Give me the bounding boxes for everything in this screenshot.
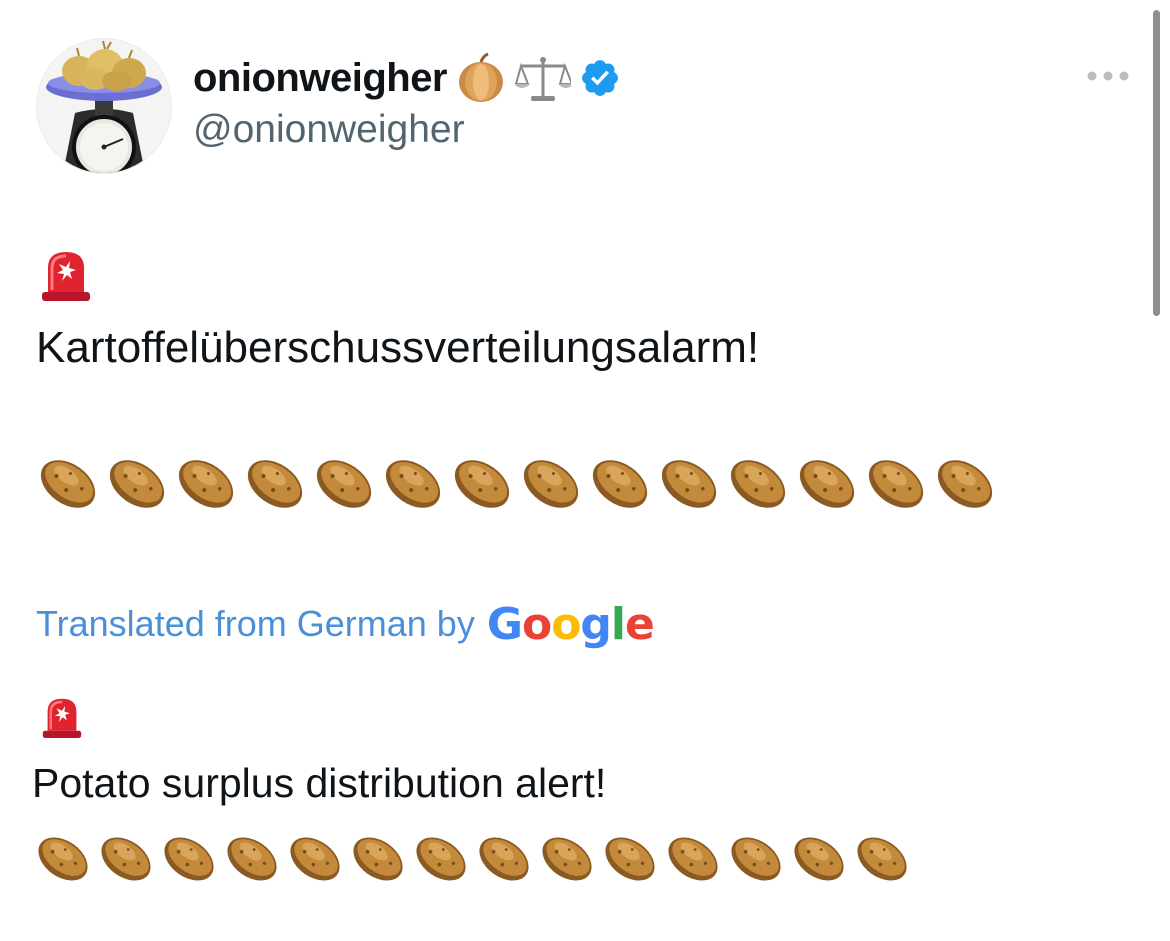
avatar[interactable] — [36, 38, 172, 174]
balance-scale-emoji-icon — [515, 57, 571, 101]
translation-label: Translated from German by — [36, 603, 475, 644]
potato-emoji-icon — [223, 830, 281, 893]
more-options-button[interactable] — [1082, 58, 1134, 94]
potato-emoji-icon — [243, 452, 307, 521]
tweet-original-text: Kartoffelüberschussverteilungsalarm! — [36, 323, 760, 372]
potato-emoji-icon — [160, 830, 218, 893]
potato-emoji-icon — [657, 452, 721, 521]
potato-emoji-icon — [105, 452, 169, 521]
potato-emoji-icon — [588, 452, 652, 521]
potato-emoji-icon — [519, 452, 583, 521]
onion-emoji-icon — [459, 52, 503, 102]
potato-emoji-icon — [538, 830, 596, 893]
potato-emoji-icon — [727, 830, 785, 893]
potato-emoji-icon — [286, 830, 344, 893]
avatar-scale-onions-image — [37, 39, 171, 173]
potato-emoji-icon — [601, 830, 659, 893]
potato-emoji-icon — [412, 830, 470, 893]
potato-emoji-icon — [933, 452, 997, 521]
translation-attribution-link[interactable]: Translated from German by Google — [36, 596, 655, 652]
potato-emoji-icon — [34, 830, 92, 893]
potato-emoji-icon — [450, 452, 514, 521]
display-name-row[interactable]: onionweigher — [193, 50, 621, 106]
tweet-translated-text: Potato surplus distribution alert! — [32, 760, 607, 806]
potato-emoji-icon — [664, 830, 722, 893]
more-horizontal-icon — [1087, 71, 1129, 81]
verified-badge-icon[interactable] — [579, 57, 621, 99]
potato-emoji-icon — [853, 830, 911, 893]
potato-emoji-icon — [790, 830, 848, 893]
potato-emoji-icon — [36, 452, 100, 521]
police-siren-emoji-icon-translated — [42, 698, 82, 738]
scrollbar-thumb[interactable] — [1153, 10, 1160, 316]
potato-emoji-icon — [864, 452, 928, 521]
potato-emoji-icon — [174, 452, 238, 521]
potato-emoji-icon — [312, 452, 376, 521]
user-handle[interactable]: @onionweigher — [193, 108, 465, 152]
display-name[interactable]: onionweigher — [193, 56, 448, 101]
potato-emoji-icon — [475, 830, 533, 893]
police-siren-emoji-icon — [42, 252, 90, 301]
potato-emoji-icon — [349, 830, 407, 893]
potato-emoji-icon — [381, 452, 445, 521]
google-logo: Google — [486, 598, 655, 650]
potato-emoji-icon — [726, 452, 790, 521]
potato-emoji-icon — [795, 452, 859, 521]
potato-emoji-icon — [97, 830, 155, 893]
